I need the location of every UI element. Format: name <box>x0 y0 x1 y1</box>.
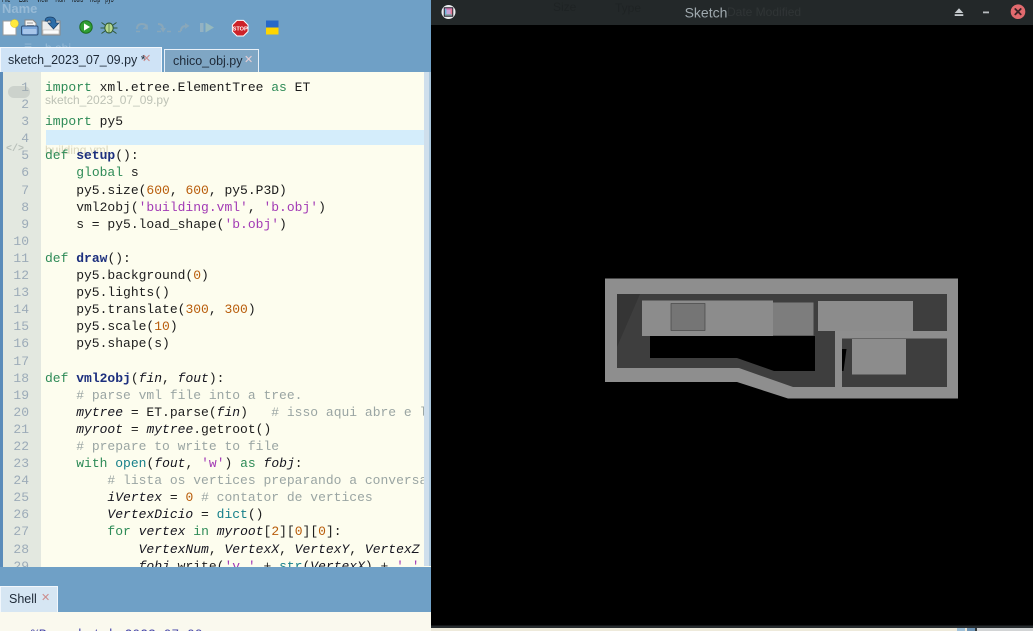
svg-text:STOP: STOP <box>233 27 248 33</box>
svg-text:Sketch: Sketch <box>685 4 728 20</box>
svg-text:Size: Size <box>553 0 577 14</box>
svg-text:Date Modified: Date Modified <box>727 5 801 19</box>
svg-text:Type: Type <box>615 1 641 15</box>
